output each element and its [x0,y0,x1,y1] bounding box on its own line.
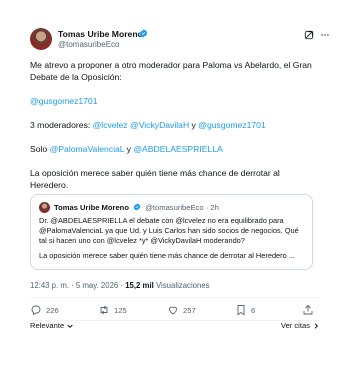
heart-icon [169,306,177,315]
avatar[interactable] [30,28,52,50]
view-quotes-label: Ver citas [280,321,310,330]
mention-link[interactable]: @gusgomez1701 [198,120,266,130]
mention-link[interactable]: @gusgomez1701 [30,96,98,106]
chevron-down-icon [67,324,73,328]
verified-badge-icon [139,29,148,38]
reply-icon [31,305,41,316]
quoted-text: Dr. @ABDELAESPRIELLA el debate con @lcve… [39,216,299,245]
conjunction-text: y [124,144,134,154]
moderators-line: 3 moderadores: @lcvelez @VickyDavilaH y … [30,119,320,131]
solo-line: Solo @PalomaValenciaL y @ABDELAESPRIELLA [30,143,320,155]
mention-link[interactable]: @ABDELAESPRIELLA [133,144,222,154]
views-label: Visualizaciones [153,281,210,290]
like-count: 257 [183,305,196,315]
more-options-icon[interactable] [320,30,330,40]
sort-label: Relevante [30,321,65,330]
reply-count: 226 [46,305,59,315]
quoted-separator: · [205,203,209,212]
author-name[interactable]: Tomas Uribe Moreno [58,29,143,39]
tweet-header: Tomas Uribe Moreno @tomasuribeEco [30,28,330,52]
quoted-time: 2h [210,203,219,212]
verified-badge-icon [133,203,141,211]
mention-link[interactable]: @VickyDavilaH [130,120,189,130]
repost-button[interactable]: 125 [98,303,127,317]
quoted-header: Tomas Uribe Moreno @tomasuribeEco · 2h [54,203,219,212]
repost-count: 125 [114,305,127,315]
view-quotes-link[interactable]: Ver citas [281,321,320,330]
tweet-text: Me atrevo a proponer a otro moderador pa… [30,59,320,191]
tweet-datetime[interactable]: 12:43 p. m. · 5 may. 2026 · [30,281,125,290]
mention-link[interactable]: @PalomaValenciaL [50,144,125,154]
share-button[interactable] [302,303,314,317]
solo-prefix: Solo [30,144,50,154]
quoted-text-truncated: La oposición merece saber quién tiene má… [39,251,295,260]
replies-toolbar: Relevante Ver citas [30,321,320,333]
reply-button[interactable]: 226 [30,303,59,317]
sort-dropdown[interactable]: Relevante [30,321,74,330]
tweet-closing: La oposición merece saber quién tiene má… [30,168,280,190]
bookmark-icon [237,305,245,316]
quoted-author-handle: @tomasuribeEco [145,203,204,212]
tweet-meta: 12:43 p. m. · 5 may. 2026 · 15,2 mil Vis… [30,281,210,290]
quoted-tweet[interactable]: Tomas Uribe Moreno @tomasuribeEco · 2h D… [30,194,313,270]
mention-link[interactable]: @lcvelez [93,120,128,130]
like-button[interactable]: 257 [167,303,196,317]
chevron-right-icon [314,322,319,329]
bookmark-button[interactable]: 6 [235,303,255,317]
share-icon [303,304,313,315]
author-handle[interactable]: @tomasuribeEco [58,40,119,49]
action-bar: 226 125 257 6 [30,303,320,317]
repost-icon [100,305,108,315]
bookmark-count: 6 [251,305,256,315]
divider [30,297,320,298]
views-count: 15,2 mil [125,281,154,290]
moderators-prefix: 3 moderadores: [30,120,93,130]
quoted-avatar [39,202,50,213]
quoted-author-name: Tomas Uribe Moreno [54,203,129,212]
tweet-line-1: Me atrevo a proponer a otro moderador pa… [30,60,312,82]
grok-icon[interactable] [304,30,314,40]
conjunction-text: y [189,120,199,130]
